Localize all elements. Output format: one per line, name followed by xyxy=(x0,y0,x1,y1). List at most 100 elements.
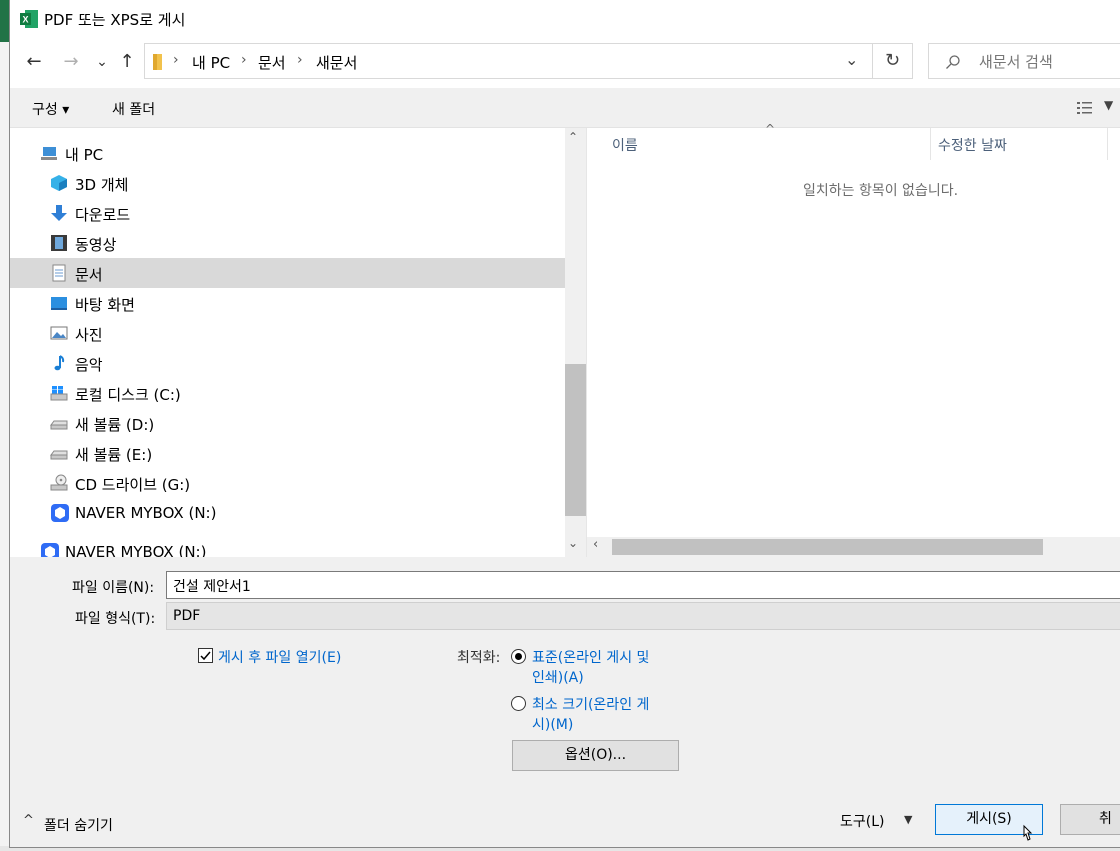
empty-list-message: 일치하는 항목이 없습니다. xyxy=(803,183,959,199)
tree-item-cd-drive-g[interactable]: CD 드라이브 (G:) xyxy=(10,468,565,498)
tree-item-label: NAVER MYBOX (N:) xyxy=(65,543,207,557)
scroll-left-icon[interactable]: ‹ xyxy=(593,537,598,552)
svg-text:X: X xyxy=(22,15,28,25)
optimize-label: 최적화: xyxy=(457,650,501,666)
breadcrumb-separator[interactable]: › xyxy=(297,52,303,68)
cancel-button[interactable]: 취소 xyxy=(1060,804,1120,835)
address-row: ← → ⌄ ↑ › 내 PC › 문서 › 새문서 ⌄ ↻ 새문서 검색 xyxy=(10,38,1120,88)
scroll-down-icon[interactable]: ⌄ xyxy=(568,536,578,550)
dialog-title: PDF 또는 XPS로 게시 xyxy=(44,11,186,29)
recent-locations-dropdown[interactable]: ⌄ xyxy=(90,50,114,74)
tools-menu[interactable]: 도구(L) xyxy=(840,811,884,831)
open-after-publish-label[interactable]: 게시 후 파일 열기(E) xyxy=(218,647,341,667)
address-bar[interactable]: › 내 PC › 문서 › 새문서 ⌄ xyxy=(144,43,873,79)
navigation-pane[interactable]: 내 PC 3D 개체 다운로드 동영상 문서 바탕 화면 사진 음악 로컬 디스… xyxy=(10,128,586,557)
tree-item-local-disk-c[interactable]: 로컬 디스크 (C:) xyxy=(10,378,565,408)
radio-standard-label-line2[interactable]: 인쇄)(A) xyxy=(532,667,584,687)
tree-item-naver-mybox-network[interactable]: NAVER MYBOX (N:) xyxy=(10,538,565,557)
folder-icon xyxy=(153,54,162,70)
column-divider[interactable] xyxy=(930,128,931,160)
open-after-publish-checkbox[interactable] xyxy=(198,648,213,663)
publish-dialog: X PDF 또는 XPS로 게시 ← → ⌄ ↑ › 내 PC › 문서 › 새… xyxy=(9,0,1120,848)
tree-item-label: 동영상 xyxy=(75,236,117,254)
search-placeholder: 새문서 검색 xyxy=(979,53,1053,71)
tree-item-label: 바탕 화면 xyxy=(75,296,135,314)
tree-item-desktop[interactable]: 바탕 화면 xyxy=(10,288,565,318)
tree-item-music[interactable]: 음악 xyxy=(10,348,565,378)
tree-item-naver-mybox[interactable]: NAVER MYBOX (N:) xyxy=(10,498,565,528)
search-box[interactable]: 새문서 검색 xyxy=(928,43,1120,79)
breadcrumb-new-documents[interactable]: 새문서 xyxy=(316,52,357,73)
tree-scrollbar-thumb[interactable] xyxy=(565,364,586,516)
hide-folders-button[interactable]: 폴더 숨기기 xyxy=(44,815,113,835)
tree-item-label: 사진 xyxy=(75,326,103,344)
radio-standard-label-line1[interactable]: 표준(온라인 게시 및 xyxy=(532,647,649,667)
filename-label: 파일 이름(N): xyxy=(72,580,155,596)
radio-minimum-label-line2[interactable]: 시)(M) xyxy=(532,714,573,734)
breadcrumb-documents[interactable]: 문서 xyxy=(258,52,286,73)
horizontal-scrollbar-thumb[interactable] xyxy=(612,539,1043,555)
desktop-icon xyxy=(51,297,67,310)
tree-item-label: 로컬 디스크 (C:) xyxy=(75,386,181,404)
tree-item-videos[interactable]: 동영상 xyxy=(10,228,565,258)
picture-icon xyxy=(50,326,68,340)
breadcrumb-separator: › xyxy=(173,52,179,68)
checkmark-icon xyxy=(200,651,211,661)
forward-button[interactable]: → xyxy=(59,50,83,74)
tree-item-label: CD 드라이브 (G:) xyxy=(75,476,191,494)
column-header-name[interactable]: 이름 xyxy=(612,135,638,155)
address-history-chevron-icon[interactable]: ⌄ xyxy=(845,50,858,69)
cd-drive-icon xyxy=(50,474,68,491)
up-button[interactable]: ↑ xyxy=(115,50,139,74)
file-horizontal-scrollbar[interactable]: ‹ xyxy=(587,537,1120,557)
mybox-icon xyxy=(51,504,69,522)
video-icon xyxy=(51,235,67,251)
radio-minimum-size[interactable] xyxy=(511,696,526,711)
refresh-button[interactable]: ↻ xyxy=(873,43,913,79)
filetype-select[interactable]: PDF xyxy=(166,602,1120,630)
scroll-up-icon[interactable]: ⌃ xyxy=(568,130,578,144)
tree-item-documents[interactable]: 문서 xyxy=(10,258,565,288)
tree-item-pictures[interactable]: 사진 xyxy=(10,318,565,348)
view-dropdown-icon[interactable]: ▼ xyxy=(1104,98,1113,112)
tree-item-label: NAVER MYBOX (N:) xyxy=(75,504,217,522)
back-button[interactable]: ← xyxy=(22,50,46,74)
tree-item-downloads[interactable]: 다운로드 xyxy=(10,198,565,228)
mouse-cursor-icon xyxy=(1023,824,1033,841)
tree-item-label: 문서 xyxy=(75,266,103,284)
new-folder-button[interactable]: 새 폴더 xyxy=(112,99,155,119)
tree-item-label: 다운로드 xyxy=(75,206,131,224)
windows-drive-icon xyxy=(50,386,68,401)
radio-standard[interactable] xyxy=(511,649,526,664)
tree-item-label: 새 볼륨 (E:) xyxy=(75,446,153,464)
tree-item-3d-objects[interactable]: 3D 개체 xyxy=(10,168,565,198)
tree-item-volume-d[interactable]: 새 볼륨 (D:) xyxy=(10,408,565,438)
search-icon xyxy=(946,55,960,69)
cube-icon xyxy=(51,175,67,191)
sort-ascending-icon: ^ xyxy=(765,122,776,136)
column-divider[interactable] xyxy=(1107,128,1108,160)
tree-item-my-pc[interactable]: 내 PC xyxy=(10,138,565,168)
tree-item-volume-e[interactable]: 새 볼륨 (E:) xyxy=(10,438,565,468)
view-options-icon[interactable] xyxy=(1076,100,1094,116)
chevron-up-icon[interactable]: ^ xyxy=(23,813,34,828)
drive-icon xyxy=(50,450,68,460)
filename-input[interactable]: 건설 제안서1 xyxy=(166,571,1120,599)
computer-icon xyxy=(41,147,57,160)
drive-icon xyxy=(50,420,68,430)
breadcrumb-separator[interactable]: › xyxy=(241,52,247,68)
options-button[interactable]: 옵션(O)... xyxy=(512,740,679,771)
radio-minimum-label-line1[interactable]: 최소 크기(온라인 게 xyxy=(532,694,649,714)
file-list-pane[interactable]: ^ 이름 수정한 날짜 일치하는 항목이 없습니다. ‹ xyxy=(586,122,1120,557)
music-icon xyxy=(54,355,65,371)
tree-item-label: 음악 xyxy=(75,356,103,374)
breadcrumb-my-pc[interactable]: 내 PC xyxy=(192,52,230,73)
document-icon xyxy=(52,264,66,282)
mybox-icon xyxy=(41,543,59,557)
tree-item-label: 내 PC xyxy=(65,146,104,164)
column-header-modified[interactable]: 수정한 날짜 xyxy=(938,135,1007,155)
organize-menu[interactable]: 구성 ▾ xyxy=(32,99,69,119)
tools-dropdown-icon[interactable]: ▼ xyxy=(904,813,912,826)
tree-item-label: 새 볼륨 (D:) xyxy=(75,416,155,434)
title-bar[interactable]: X PDF 또는 XPS로 게시 xyxy=(10,0,1120,38)
